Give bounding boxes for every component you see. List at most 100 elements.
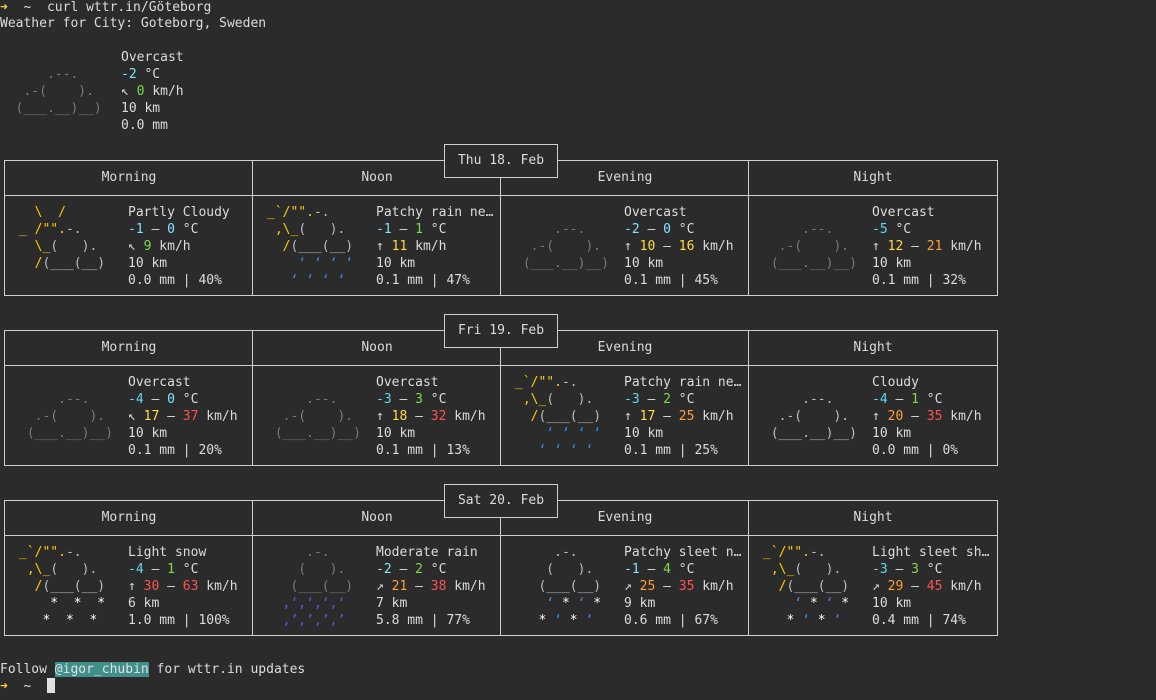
condition-label: Patchy rain ne… (624, 375, 742, 390)
precipitation: 0.1 mm | 47% (376, 273, 470, 288)
forecast-info: Cloudy -4 – 1 °C ↑ 20 – 35 km/h 10 km 0.0 mm… (872, 374, 982, 459)
precipitation: 0.1 mm | 25% (624, 443, 718, 458)
visibility: 10 km (376, 256, 416, 271)
forecast-cell: .--. .-( ). (___.__)__) Overcast -3 – 3 °… (253, 366, 501, 465)
visibility: 10 km (624, 426, 664, 441)
forecast-day-1: Fri 19. Feb Morning Noon Evening Night .--. … (4, 314, 998, 466)
temperature: -5 °C (872, 222, 912, 237)
precipitation: 0.1 mm | 13% (376, 443, 470, 458)
column-header: Morning (101, 340, 157, 355)
forecast-cell: .-. ( ). (___(__) ‘ * ‘ * * ‘ * ‘ Patchy… (501, 536, 749, 635)
condition-label: Partly Cloudy (128, 205, 230, 220)
forecast-info: Overcast -2 – 0 °C ↑ 10 – 16 km/h 10 km 0.1 … (624, 204, 734, 289)
terminal-cursor (46, 678, 55, 693)
current-info: Overcast -2 °C ↖ 0 km/h 10 km 0.0 mm (121, 49, 184, 134)
visibility: 10 km (376, 426, 416, 441)
visibility: 10 km (128, 256, 168, 271)
light-sleet-icon: _`/"".-. ,\_( ). /(___(__) ‘ * ‘ * * ‘ *… (763, 545, 865, 628)
light-snow-icon: _`/"".-. ,\_( ). /(___(__) * * * * * * (19, 545, 121, 628)
prompt-dir: ~ (23, 0, 32, 15)
temperature: -4 – 1 °C (128, 562, 199, 577)
temperature: -3 – 2 °C (624, 392, 695, 407)
footer-line: Follow @igor_chubin for wttr.in updates (0, 662, 306, 677)
forecast-cell: _`/"".-. ,\_( ). /(___(__) ‘ * ‘ * * ‘ *… (749, 536, 997, 635)
forecast-table: Morning Noon Evening Night _`/"".-. ,\_( ). … (4, 500, 998, 636)
forecast-info: Overcast -3 – 3 °C ↑ 18 – 32 km/h 10 km 0.1 … (376, 374, 486, 459)
forecast-info: Partly Cloudy -1 – 0 °C ↖ 9 km/h 10 km 0.0 m… (128, 204, 230, 289)
precipitation: 0.1 mm | 32% (872, 273, 966, 288)
condition-label: Patchy rain ne… (376, 205, 494, 220)
partly-cloudy-icon: \ / _ /"".-. \_( ). /(___(__) (19, 205, 121, 271)
day-label: Sat 20. Feb (444, 484, 558, 518)
visibility: 10 km (872, 426, 912, 441)
forecast-info: Light sleet sh… -3 – 3 °C ↗ 29 – 45 km/h 10… (872, 544, 989, 629)
prompt-arrow-icon: ➜ (0, 0, 8, 15)
condition-label: Overcast (376, 375, 439, 390)
temperature: -4 – 0 °C (128, 392, 199, 407)
precipitation: 0.0 mm | 0% (872, 443, 959, 458)
forecast-cell: _`/"".-. ,\_( ). /(___(__) ‘ ‘ ‘ ‘ ‘ ‘ ‘… (253, 196, 501, 295)
precipitation: 0.1 mm | 20% (128, 443, 222, 458)
forecast-cell: .--. .-( ). (___.__)__) Cloudy -4 – 1 °C ↑… (749, 366, 997, 465)
column-header: Morning (101, 170, 157, 185)
column-header: Night (853, 170, 893, 185)
temperature: -1 – 4 °C (624, 562, 695, 577)
forecast-cell: \ / _ /"".-. \_( ). /(___(__) Partly Clo… (5, 196, 253, 295)
wind: ↑ 20 – 35 km/h (872, 409, 982, 424)
patchy-sleet-icon: .-. ( ). (___(__) ‘ * ‘ * * ‘ * ‘ (515, 545, 617, 628)
forecast-info: Overcast -4 – 0 °C ↖ 17 – 37 km/h 10 km 0.1 … (128, 374, 238, 459)
precipitation: 0.6 mm | 67% (624, 613, 718, 628)
prompt-line: ➜ ~ curl wttr.in/Göteborg (0, 0, 211, 16)
column-header: Night (853, 340, 893, 355)
forecast-info: Patchy sleet n… -1 – 4 °C ↗ 25 – 35 km/h 9 … (624, 544, 741, 629)
temperature: -1 – 0 °C (128, 222, 199, 237)
twitter-handle-link[interactable]: @igor_chubin (54, 662, 149, 677)
prompt-line-2[interactable]: ➜ ~ (0, 678, 55, 695)
visibility: 7 km (376, 596, 408, 611)
wind: ↑ 10 – 16 km/h (624, 239, 734, 254)
temperature: -1 – 1 °C (376, 222, 447, 237)
visibility: 6 km (128, 596, 160, 611)
current-precip: 0.0 mm (121, 118, 168, 133)
forecast-cell: .-. ( ). (___(__) ‚‘‚‘‚‘‚‘ ‚’‚’‚’‚’ Mode… (253, 536, 501, 635)
condition-label: Overcast (128, 375, 191, 390)
condition-label: Patchy sleet n… (624, 545, 742, 560)
condition-label: Light snow (128, 545, 207, 560)
patchy-rain-icon: _`/"".-. ,\_( ). /(___(__) ‘ ‘ ‘ ‘ ‘ ‘ ‘… (515, 375, 617, 458)
visibility: 10 km (872, 256, 912, 271)
condition-label: Overcast (624, 205, 687, 220)
precipitation: 5.8 mm | 77% (376, 613, 470, 628)
precipitation: 0.4 mm | 74% (872, 613, 966, 628)
temperature: -2 – 0 °C (624, 222, 695, 237)
forecast-day-2: Sat 20. Feb Morning Noon Evening Night _`/"".… (4, 484, 998, 636)
overcast-icon: .--. .-( ). (___.__)__) (267, 392, 369, 441)
current-wind: ↖ 0 km/h (121, 84, 184, 99)
forecast-table: Morning Noon Evening Night .--. .-( ). (___… (4, 330, 998, 466)
visibility: 10 km (128, 426, 168, 441)
overcast-icon: .--. .-( ). (___.__)__) (515, 222, 617, 271)
wind: ↗ 21 – 38 km/h (376, 579, 486, 594)
forecast-info: Patchy rain ne… -3 – 2 °C ↑ 17 – 25 km/h 10… (624, 374, 741, 459)
current-condition: Overcast (121, 50, 184, 65)
forecast-info: Overcast -5 °C ↑ 12 – 21 km/h 10 km 0.1 mm |… (872, 204, 982, 289)
forecast-cell: .--. .-( ). (___.__)__) Overcast -2 – 0 °… (501, 196, 749, 295)
cloudy-icon: .--. .-( ). (___.__)__) (763, 392, 865, 441)
current-visibility: 10 km (121, 101, 161, 116)
forecast-info: Moderate rain -2 – 2 °C ↗ 21 – 38 km/h 7 km… (376, 544, 486, 629)
day-label: Thu 18. Feb (444, 144, 558, 178)
precipitation: 0.1 mm | 45% (624, 273, 718, 288)
weather-header: Weather for City: Goteborg, Sweden (0, 16, 267, 31)
wind: ↑ 12 – 21 km/h (872, 239, 982, 254)
day-label: Fri 19. Feb (444, 314, 558, 348)
forecast-cell: _`/"".-. ,\_( ). /(___(__) * * * * * * L… (5, 536, 253, 635)
column-header: Morning (101, 510, 157, 525)
visibility: 9 km (624, 596, 656, 611)
patchy-rain-icon: _`/"".-. ,\_( ). /(___(__) ‘ ‘ ‘ ‘ ‘ ‘ ‘… (267, 205, 369, 288)
temperature: -4 – 1 °C (872, 392, 943, 407)
forecast-day-0: Thu 18. Feb Morning Noon Evening Night \ / _… (4, 144, 998, 296)
condition-label: Overcast (872, 205, 935, 220)
current-temp: -2 °C (121, 67, 161, 82)
wind: ↖ 17 – 37 km/h (128, 409, 238, 424)
visibility: 10 km (624, 256, 664, 271)
wind: ↗ 25 – 35 km/h (624, 579, 734, 594)
